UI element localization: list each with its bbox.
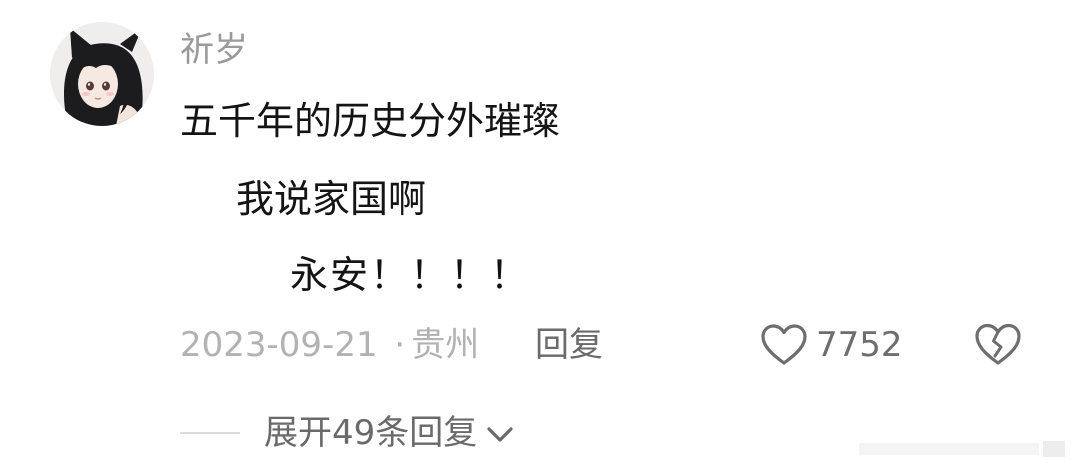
like-button[interactable]: 7752 bbox=[760, 320, 903, 370]
reply-button[interactable]: 回复 bbox=[535, 322, 603, 368]
like-count: 7752 bbox=[816, 325, 903, 365]
comment-text-line-2: 我说家国啊 bbox=[236, 177, 427, 221]
avatar[interactable] bbox=[50, 22, 154, 126]
heart-outline-icon bbox=[761, 324, 807, 365]
avatar-image bbox=[50, 22, 154, 126]
username[interactable]: 祈岁 bbox=[180, 28, 248, 72]
comment-location: 贵州 bbox=[411, 325, 480, 365]
watermark-icon bbox=[859, 441, 1065, 457]
meta-separator: · bbox=[394, 325, 406, 365]
comment-meta: 2023-09-21 · 贵州 bbox=[180, 322, 479, 368]
expand-replies-row: 展开49条回复 bbox=[180, 410, 515, 456]
comment-text-line-1: 五千年的历史分外璀璨 bbox=[180, 99, 561, 143]
comment-date: 2023-09-21 bbox=[180, 325, 378, 365]
comment-text-line-3: 永安！！！！ bbox=[290, 253, 531, 297]
chevron-down-icon bbox=[487, 427, 513, 442]
comment-item: 祈岁 五千年的历史分外璀璨 我说家国啊 永安！！！！ 2023-09-21 · 贵… bbox=[0, 0, 1079, 469]
divider-line bbox=[180, 432, 240, 434]
expand-replies-button[interactable]: 展开49条回复 bbox=[264, 410, 515, 456]
broken-heart-icon bbox=[975, 323, 1021, 365]
expand-replies-label: 展开49条回复 bbox=[264, 413, 478, 453]
dislike-button[interactable] bbox=[974, 320, 1022, 368]
